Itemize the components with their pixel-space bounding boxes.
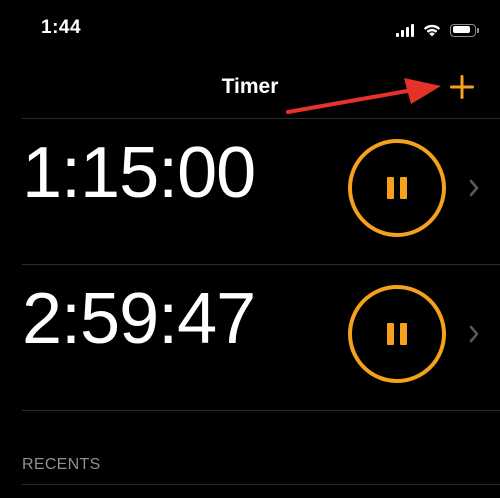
battery-level xyxy=(452,26,470,33)
pause-icon xyxy=(387,177,407,199)
timer-remaining: 1:15:00 xyxy=(22,133,256,213)
nav-bar: Timer xyxy=(0,60,500,118)
timer-row[interactable]: 1:15:00 xyxy=(22,118,500,264)
chevron-right-icon[interactable] xyxy=(469,325,479,343)
divider xyxy=(22,410,500,411)
status-bar: 1:44 xyxy=(0,0,500,60)
wifi-icon xyxy=(423,24,441,37)
timer-row[interactable]: 2:59:47 xyxy=(22,264,500,410)
recents-header: RECENTS xyxy=(22,456,101,473)
battery-icon xyxy=(450,23,479,37)
chevron-right-icon[interactable] xyxy=(469,179,479,197)
status-time: 1:44 xyxy=(41,17,82,38)
pause-button[interactable] xyxy=(348,285,446,383)
timer-remaining: 2:59:47 xyxy=(22,279,256,359)
divider xyxy=(22,484,500,485)
cellular-signal-icon xyxy=(396,23,414,37)
status-icons xyxy=(396,22,479,38)
plus-icon xyxy=(450,75,474,99)
add-timer-button[interactable] xyxy=(447,72,477,102)
pause-button[interactable] xyxy=(348,139,446,237)
pause-icon xyxy=(387,323,407,345)
page-title: Timer xyxy=(221,75,279,98)
